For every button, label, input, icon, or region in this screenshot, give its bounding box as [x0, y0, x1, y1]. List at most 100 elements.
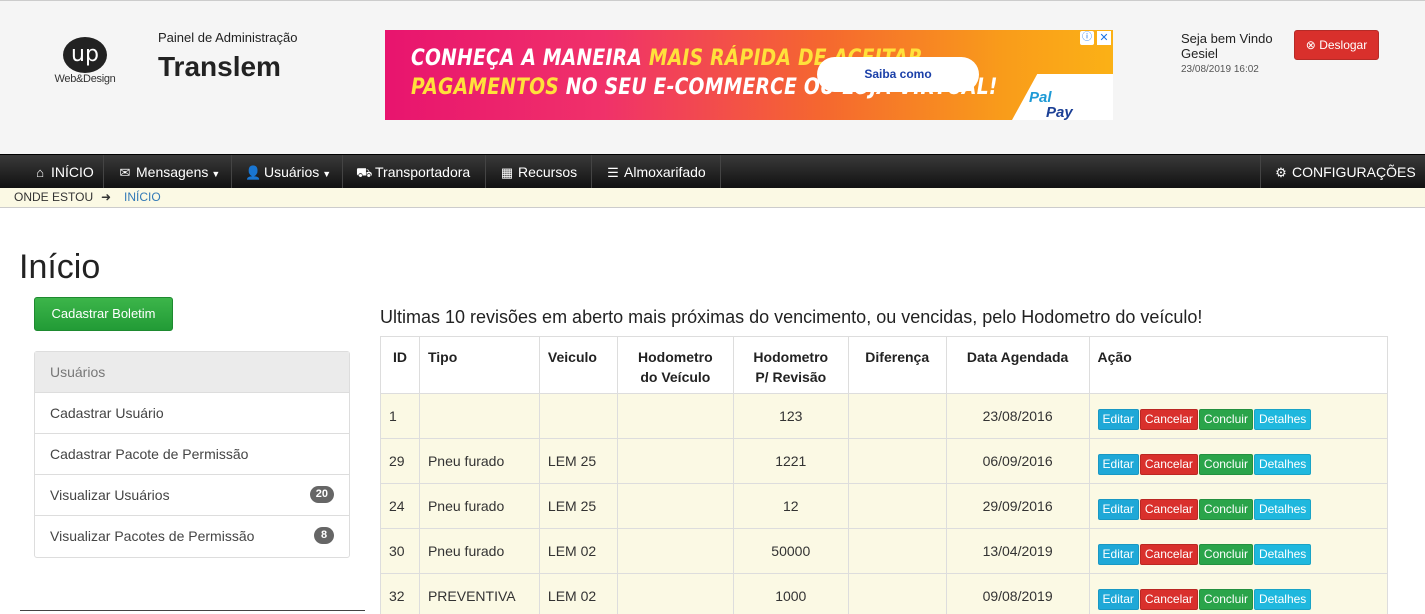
conclude-button[interactable]: Concluir — [1198, 453, 1253, 475]
users-panel-heading: Usuários — [35, 352, 349, 393]
logo-mark-text: up — [71, 42, 99, 67]
login-datetime: 23/08/2019 16:02 — [1181, 64, 1259, 75]
cell-actions: Editar Cancelar Concluir Detalhes — [1088, 393, 1389, 439]
cancel-button[interactable]: Cancelar — [1139, 408, 1198, 430]
table-row: 30 Pneu furado LEM 02 50000 13/04/2019 Editar… — [380, 528, 1389, 574]
col-odometer-revision[interactable]: Hodometro P/ Revisão — [732, 336, 849, 394]
page-title: Início — [19, 248, 101, 286]
gear-icon: ⚙ — [1275, 165, 1287, 180]
details-button[interactable]: Detalhes — [1253, 408, 1312, 430]
cell-difference — [847, 438, 947, 484]
top-header: up Web&Design Painel de Administração Tr… — [0, 0, 1425, 154]
conclude-button[interactable]: Concluir — [1198, 498, 1253, 520]
paypal-logo: Pay Pal — [1012, 74, 1113, 120]
sidebar-item-label: Visualizar Pacotes de Permissão — [50, 528, 255, 544]
cancel-button[interactable]: Cancelar — [1139, 543, 1198, 565]
site-title: Translem — [158, 51, 281, 82]
welcome-text: Seja bem Vindo Gesiel — [1181, 31, 1273, 61]
cell-id: 29 — [380, 438, 420, 484]
details-button[interactable]: Detalhes — [1253, 453, 1312, 475]
cell-id: 24 — [380, 483, 420, 529]
cell-vehicle: LEM 25 — [538, 483, 618, 529]
ad-info-icon[interactable]: ⓘ — [1080, 31, 1094, 45]
table-row: 32 PREVENTIVA LEM 02 1000 09/08/2019 Editar Ca… — [380, 573, 1389, 614]
cell-type: PREVENTIVA — [418, 573, 540, 614]
cell-scheduled-date: 13/04/2019 — [945, 528, 1090, 574]
cell-difference — [847, 483, 947, 529]
nav-settings[interactable]: ⚙ CONFIGURAÇÕES — [1260, 155, 1425, 189]
nav-carrier-label: Transportadora — [375, 164, 471, 180]
cell-odometer-vehicle — [616, 573, 734, 614]
logo[interactable]: up Web&Design — [47, 37, 123, 89]
ad-banner[interactable]: CONHEÇA A MANEIRA MAIS RÁPIDA DE ACEITAR… — [385, 30, 1113, 120]
cell-odometer-revision: 12 — [732, 483, 849, 529]
cell-type: Pneu furado — [418, 528, 540, 574]
nav-home[interactable]: ⌂ INÍCIO — [20, 155, 104, 189]
cancel-button[interactable]: Cancelar — [1139, 453, 1198, 475]
cell-odometer-revision: 1221 — [732, 438, 849, 484]
cell-id: 32 — [380, 573, 420, 614]
col-type[interactable]: Tipo — [418, 336, 540, 394]
arrow-right-icon: ➜ — [101, 190, 112, 204]
col-vehicle[interactable]: Veiculo — [538, 336, 618, 394]
conclude-button[interactable]: Concluir — [1198, 408, 1253, 430]
edit-button[interactable]: Editar — [1097, 543, 1139, 565]
cell-id: 30 — [380, 528, 420, 574]
cell-actions: Editar Cancelar Concluir Detalhes — [1088, 483, 1389, 529]
col-difference[interactable]: Diferença — [847, 336, 947, 394]
count-badge: 8 — [314, 527, 334, 544]
nav-warehouse-label: Almoxarifado — [624, 164, 706, 180]
divider — [20, 610, 365, 612]
home-icon: ⌂ — [36, 165, 44, 180]
table-header-row: ID Tipo Veiculo Hodometro do Veículo Hodo… — [380, 336, 1389, 394]
table-row: 1 123 23/08/2016 Editar Cancelar Concluir Deta… — [380, 393, 1389, 439]
cell-odometer-vehicle — [616, 393, 734, 439]
cell-scheduled-date: 23/08/2016 — [945, 393, 1090, 439]
cell-vehicle: LEM 25 — [538, 438, 618, 484]
col-odometer-vehicle[interactable]: Hodometro do Veículo — [616, 336, 734, 394]
details-button[interactable]: Detalhes — [1253, 588, 1312, 610]
register-bulletin-button[interactable]: Cadastrar Boletim — [34, 297, 173, 331]
conclude-button[interactable]: Concluir — [1198, 588, 1253, 610]
nav-users-label: Usuários — [264, 164, 320, 180]
sidebar-item-view-users[interactable]: Visualizar Usuários 20 — [35, 475, 349, 516]
logout-icon: ⊗ — [1305, 38, 1316, 52]
details-button[interactable]: Detalhes — [1253, 498, 1312, 520]
cell-odometer-revision: 50000 — [732, 528, 849, 574]
sidebar-item-register-permission-package[interactable]: Cadastrar Pacote de Permissão — [35, 434, 349, 475]
col-scheduled-date[interactable]: Data Agendada — [945, 336, 1090, 394]
edit-button[interactable]: Editar — [1097, 498, 1139, 520]
sidebar-item-label: Cadastrar Pacote de Permissão — [50, 446, 249, 462]
col-id[interactable]: ID — [380, 336, 420, 394]
breadcrumb-current[interactable]: INÍCIO — [124, 188, 161, 207]
nav-carrier[interactable]: ⛟ Transportadora — [344, 155, 486, 189]
cell-type: Pneu furado — [418, 483, 540, 529]
edit-button[interactable]: Editar — [1097, 588, 1139, 610]
cancel-button[interactable]: Cancelar — [1139, 498, 1198, 520]
nav-messages[interactable]: ✉ Mensagens ▼ — [105, 155, 232, 189]
nav-resources[interactable]: ▦ Recursos — [487, 155, 592, 189]
cancel-button[interactable]: Cancelar — [1139, 588, 1198, 610]
nav-warehouse[interactable]: ☰ Almoxarifado — [593, 155, 721, 189]
nav-users[interactable]: 👤 Usuários ▼ — [233, 155, 343, 189]
count-badge: 20 — [309, 486, 334, 503]
sidebar-item-register-user[interactable]: Cadastrar Usuário — [35, 393, 349, 434]
conclude-button[interactable]: Concluir — [1198, 543, 1253, 565]
edit-button[interactable]: Editar — [1097, 408, 1139, 430]
logout-button[interactable]: ⊗ Deslogar — [1294, 30, 1379, 60]
nav-settings-label: CONFIGURAÇÕES — [1292, 164, 1416, 180]
caret-down-icon: ▼ — [211, 169, 221, 179]
cell-odometer-revision: 1000 — [732, 573, 849, 614]
edit-button[interactable]: Editar — [1097, 453, 1139, 475]
cell-vehicle: LEM 02 — [538, 573, 618, 614]
ad-close-icon[interactable]: ✕ — [1097, 31, 1111, 45]
cell-scheduled-date: 06/09/2016 — [945, 438, 1090, 484]
details-button[interactable]: Detalhes — [1253, 543, 1312, 565]
sidebar-item-label: Visualizar Usuários — [50, 487, 170, 503]
table-row: 29 Pneu furado LEM 25 1221 06/09/2016 Editar C… — [380, 438, 1389, 484]
col-action: Ação — [1088, 336, 1389, 394]
breadcrumb: ONDE ESTOU ➜ INÍCIO — [0, 188, 1425, 208]
sidebar-item-view-permission-packages[interactable]: Visualizar Pacotes de Permissão 8 — [35, 516, 349, 557]
revisions-table-title: Ultimas 10 revisões em aberto mais próxi… — [380, 307, 1203, 327]
ad-cta-button[interactable]: Saiba como — [817, 57, 979, 92]
